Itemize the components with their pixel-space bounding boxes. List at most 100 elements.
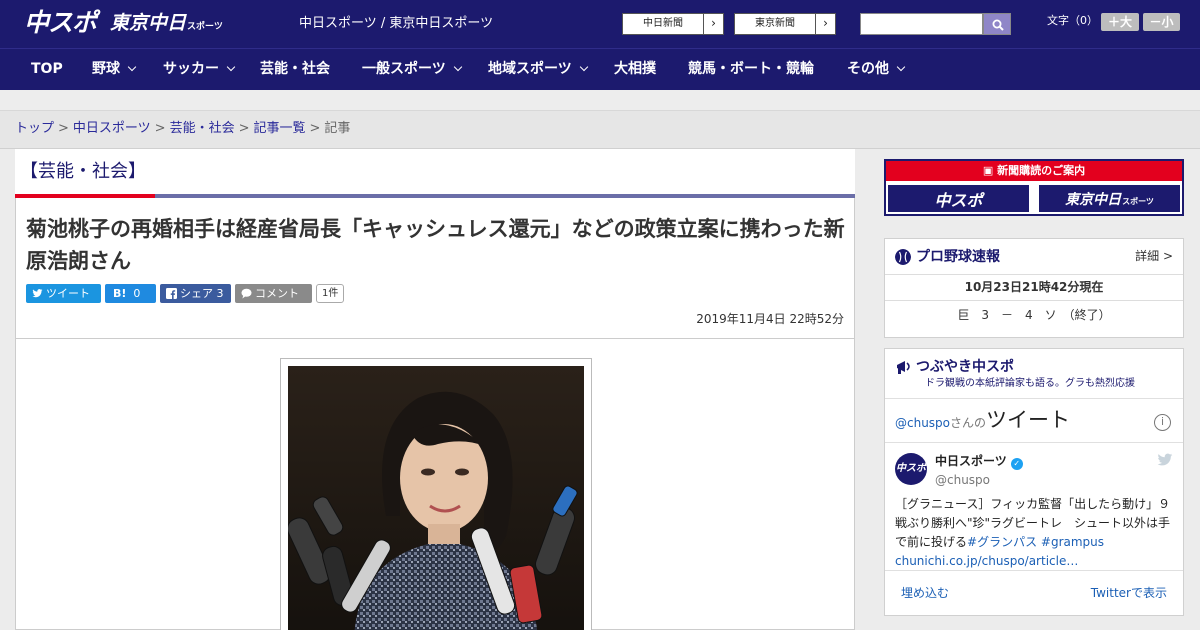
font-smaller-button[interactable]: －小 bbox=[1143, 13, 1180, 31]
megaphone-icon bbox=[897, 361, 910, 374]
nav-item-label: その他 bbox=[847, 61, 889, 77]
twitter-timeline-label: ツイート bbox=[986, 408, 1071, 432]
site-header: 中スポ 東京中日スポーツ 中日スポーツ / 東京中日スポーツ 中日新聞 › 東京… bbox=[0, 0, 1200, 48]
nav-item-keiba[interactable]: 競馬・ボート・競輪 bbox=[688, 49, 814, 91]
article-box: 菊池桃子の再婚相手は経産省局長「キャッシュレス還元」などの政策立案に携わった新原… bbox=[15, 198, 855, 630]
twitter-widget-title: つぶやき中スポ bbox=[916, 359, 1014, 375]
breadcrumb-current: 記事 bbox=[324, 121, 351, 136]
nav-item-label: TOP bbox=[31, 61, 63, 77]
nav-item-label: サッカー bbox=[163, 61, 219, 77]
hatena-bookmark-button[interactable]: B! 0 bbox=[105, 284, 156, 303]
verified-badge-icon: ✓ bbox=[1010, 458, 1023, 470]
breadcrumb-link-article-list[interactable]: 記事一覧 bbox=[254, 121, 306, 136]
comment-bubble-icon bbox=[241, 288, 252, 299]
facebook-share-count: 3 bbox=[216, 287, 224, 300]
twitter-bird-icon[interactable] bbox=[1157, 453, 1173, 467]
newspaper-icon: ▣ bbox=[982, 164, 994, 177]
chevron-down-icon bbox=[226, 62, 236, 72]
press-conference-photo bbox=[288, 366, 584, 630]
pro-baseball-widget: プロ野球速報 詳細 > 10月23日21時42分現在 巨 3 － 4 ソ （終了… bbox=[884, 238, 1184, 338]
nav-item-other[interactable]: その他 bbox=[847, 49, 906, 91]
tweet-link[interactable]: chunichi.co.jp/chuspo/article… bbox=[895, 552, 1177, 571]
article-column: 【芸能・社会】 菊池桃子の再婚相手は経産省局長「キャッシュレス還元」などの政策立… bbox=[15, 149, 855, 630]
article-date: 2019年11月4日 22時52分 bbox=[696, 312, 844, 326]
pro-baseball-title: プロ野球速報 bbox=[916, 249, 1000, 265]
tweet-account-name[interactable]: 中日スポーツ ✓ bbox=[935, 453, 1023, 470]
hatena-count: 0 bbox=[133, 287, 141, 300]
main-nav: TOP 野球 サッカー 芸能・社会 一般スポーツ 地域スポーツ 大相撲 競馬・ボ… bbox=[0, 48, 1200, 90]
tokyo-chunichi-subscribe-label: 東京中日 bbox=[1065, 192, 1122, 208]
nav-item-general-sports[interactable]: 一般スポーツ bbox=[362, 49, 462, 91]
pro-baseball-header: プロ野球速報 詳細 > bbox=[885, 239, 1183, 275]
nav-item-label: 地域スポーツ bbox=[488, 61, 572, 77]
tokyo-chunichi-subscribe-button[interactable]: 東京中日スポーツ bbox=[1037, 183, 1182, 214]
pro-baseball-detail-link[interactable]: 詳細 > bbox=[1135, 247, 1173, 265]
article-divider bbox=[16, 338, 854, 339]
font-size-label: 文字（0） bbox=[1047, 14, 1098, 27]
tokyo-chunichi-logo-sub: スポーツ bbox=[187, 22, 223, 32]
chunichi-shinbun-button[interactable]: 中日新聞 › bbox=[622, 13, 724, 35]
search-input[interactable] bbox=[860, 13, 983, 35]
chunichi-shinbun-label: 中日新聞 bbox=[643, 18, 683, 29]
twitter-timeline-header: @chuspoさんのツイート bbox=[895, 406, 1070, 437]
breadcrumb-separator: > bbox=[154, 121, 166, 136]
chevron-down-icon bbox=[896, 62, 906, 72]
comment-count[interactable]: 1件 bbox=[316, 284, 345, 303]
twitter-bird-icon bbox=[32, 289, 43, 298]
tokyo-chunichi-subscribe-sub: スポーツ bbox=[1122, 197, 1154, 206]
twitter-handle-suffix: さんの bbox=[950, 416, 987, 430]
breadcrumb: トップ > 中日スポーツ > 芸能・社会 > 記事一覧 > 記事 bbox=[0, 111, 1200, 149]
chuspo-logo[interactable]: 中スポ bbox=[24, 8, 97, 40]
divider bbox=[885, 398, 1183, 399]
nav-item-entertainment[interactable]: 芸能・社会 bbox=[260, 49, 330, 91]
breadcrumb-separator: > bbox=[309, 121, 321, 136]
twitter-handle-link[interactable]: @chuspo bbox=[895, 416, 950, 430]
nav-item-label: 大相撲 bbox=[614, 61, 656, 77]
tokyo-shinbun-button[interactable]: 東京新聞 › bbox=[734, 13, 836, 35]
article-photo[interactable] bbox=[288, 366, 584, 630]
nav-item-local-sports[interactable]: 地域スポーツ bbox=[488, 49, 588, 91]
facebook-icon bbox=[166, 288, 177, 299]
comment-button[interactable]: コメント bbox=[235, 284, 312, 303]
avatar[interactable]: 中スポ bbox=[895, 453, 927, 485]
embed-link[interactable]: 埋め込む bbox=[901, 585, 949, 601]
tweet-screen-name[interactable]: @chuspo bbox=[935, 472, 990, 488]
facebook-share-label: シェア bbox=[180, 287, 213, 300]
nav-item-top[interactable]: TOP bbox=[31, 49, 63, 91]
chevron-right-icon: › bbox=[703, 14, 723, 34]
nav-item-label: 一般スポーツ bbox=[362, 61, 446, 77]
nav-item-baseball[interactable]: 野球 bbox=[92, 49, 137, 91]
pro-baseball-score[interactable]: 巨 3 － 4 ソ （終了） bbox=[885, 306, 1183, 324]
site-links[interactable]: 中日スポーツ / 東京中日スポーツ bbox=[299, 15, 493, 33]
twitter-widget: つぶやき中スポ ドラ観戦の本紙評論家も語る。グラも熱烈応援 @chuspoさんの… bbox=[884, 348, 1184, 616]
info-icon[interactable]: i bbox=[1154, 414, 1171, 431]
breadcrumb-separator: > bbox=[58, 121, 69, 136]
facebook-share-button[interactable]: シェア 3 bbox=[160, 284, 231, 303]
chevron-down-icon bbox=[127, 62, 137, 72]
share-buttons: ツイート B! 0 シェア 3 コメント 1件 bbox=[26, 284, 345, 304]
nav-item-sumo[interactable]: 大相撲 bbox=[614, 49, 656, 91]
nav-item-label: 芸能・社会 bbox=[260, 61, 330, 77]
tweet-account-name-text: 中日スポーツ bbox=[935, 454, 1007, 468]
tokyo-chunichi-logo-text: 東京中日 bbox=[110, 12, 187, 34]
twitter-widget-subtitle: ドラ観戦の本紙評論家も語る。グラも熱烈応援 bbox=[925, 378, 1135, 389]
tokyo-chunichi-logo[interactable]: 東京中日スポーツ bbox=[110, 8, 223, 40]
breadcrumb-link-entertainment[interactable]: 芸能・社会 bbox=[170, 121, 235, 136]
tokyo-shinbun-label: 東京新聞 bbox=[755, 18, 795, 29]
view-on-twitter-link[interactable]: Twitterで表示 bbox=[1091, 585, 1167, 601]
tweet-button[interactable]: ツイート bbox=[26, 284, 101, 303]
subscription-banner[interactable]: ▣ 新聞購読のご案内 中スポ 東京中日スポーツ bbox=[884, 159, 1184, 216]
tweet-hashtag[interactable]: #grampus bbox=[1041, 535, 1104, 549]
chuspo-subscribe-button[interactable]: 中スポ bbox=[886, 183, 1031, 214]
search-button[interactable] bbox=[983, 13, 1011, 35]
breadcrumb-link-top[interactable]: トップ bbox=[15, 121, 54, 136]
breadcrumb-link-chunichi-sports[interactable]: 中日スポーツ bbox=[73, 121, 151, 136]
font-larger-button[interactable]: ＋大 bbox=[1101, 13, 1139, 31]
subnav-strip bbox=[0, 90, 1200, 111]
tweet-hashtag[interactable]: #グランパス bbox=[967, 535, 1037, 549]
subscription-banner-title: ▣ 新聞購読のご案内 bbox=[886, 161, 1182, 181]
chevron-down-icon bbox=[579, 62, 588, 72]
tweet-label: ツイート bbox=[46, 287, 90, 300]
nav-item-soccer[interactable]: サッカー bbox=[163, 49, 236, 91]
chevron-right-icon: › bbox=[815, 14, 835, 34]
